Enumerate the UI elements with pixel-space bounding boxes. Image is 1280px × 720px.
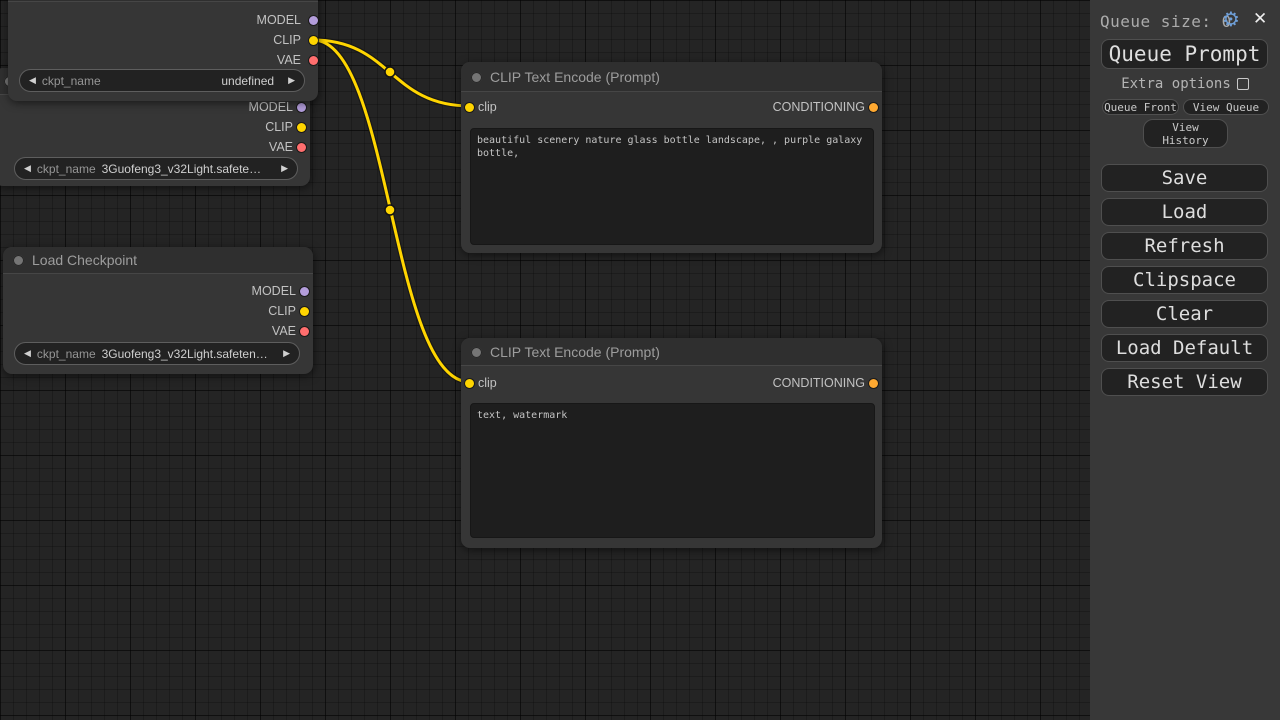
ckpt-name-widget[interactable]: ◀ ckpt_name 3Guofeng3_v32Light.safeten… …	[14, 342, 300, 365]
clip-output-dot[interactable]	[297, 123, 306, 132]
queue-prompt-button[interactable]: Queue Prompt	[1101, 39, 1268, 69]
checkpoint-node-undefined[interactable]: MODEL CLIP VAE ◀ ckpt_name undefined ▶	[8, 0, 318, 101]
model-output-dot[interactable]	[297, 103, 306, 112]
slot-label: MODEL	[249, 100, 293, 114]
node-title-bar: CLIP Text Encode (Prompt)	[461, 62, 882, 92]
widget-value: 3Guofeng3_v32Light.safeten…	[102, 162, 267, 176]
node-title-bar: Load Checkpoint	[3, 247, 313, 274]
extra-options-row: Extra options	[1090, 76, 1280, 92]
slot-label: CLIP	[265, 120, 293, 134]
arrow-left-icon[interactable]: ◀	[24, 348, 31, 359]
slot-label: VAE	[269, 140, 293, 154]
collapse-dot-icon[interactable]	[13, 255, 24, 266]
model-output-dot[interactable]	[309, 16, 318, 25]
positive-prompt-textarea[interactable]: beautiful scenery nature glass bottle la…	[470, 128, 874, 245]
refresh-button[interactable]: Refresh	[1101, 232, 1268, 260]
widget-value: undefined	[107, 74, 274, 88]
gear-icon[interactable]: ⚙	[1222, 8, 1240, 30]
node-title-bar: CLIP Text Encode (Prompt)	[461, 338, 882, 366]
clip-text-encode-positive-node[interactable]: CLIP Text Encode (Prompt) clip CONDITION…	[461, 62, 882, 253]
slot-label: VAE	[272, 324, 296, 338]
output-slot-clip: CLIP	[3, 301, 313, 321]
output-slot-clip: CLIP	[0, 117, 310, 137]
conditioning-output-dot[interactable]	[869, 103, 878, 112]
clip-input-dot[interactable]	[465, 379, 474, 388]
output-slot-vae: VAE	[8, 50, 318, 70]
clip-input-dot[interactable]	[465, 103, 474, 112]
slot-label: VAE	[277, 53, 301, 67]
clipspace-button[interactable]: Clipspace	[1101, 266, 1268, 294]
slot-label-conditioning: CONDITIONING	[773, 97, 865, 117]
extra-options-label: Extra options	[1121, 76, 1231, 92]
ckpt-name-widget[interactable]: ◀ ckpt_name undefined ▶	[19, 69, 305, 92]
output-slot-vae: VAE	[3, 321, 313, 341]
link-midpoint-dot	[385, 67, 395, 77]
reset-view-button[interactable]: Reset View	[1101, 368, 1268, 396]
arrow-right-icon[interactable]: ▶	[281, 163, 288, 174]
load-checkpoint-node[interactable]: Load Checkpoint MODEL CLIP VAE ◀ ckpt_na…	[3, 247, 313, 374]
slot-label-conditioning: CONDITIONING	[773, 373, 865, 393]
view-history-button[interactable]: View History	[1143, 119, 1228, 148]
input-slot-clip: clip CONDITIONING	[461, 373, 882, 393]
conditioning-output-dot[interactable]	[869, 379, 878, 388]
input-slot-clip: clip CONDITIONING	[461, 97, 882, 117]
widget-label: ckpt_name	[42, 74, 101, 88]
collapse-dot-icon[interactable]	[471, 347, 482, 358]
node-graph-canvas[interactable]: MODEL CLIP VAE ◀ ckpt_name 3Guofeng3_v32…	[0, 0, 1090, 720]
model-output-dot[interactable]	[300, 287, 309, 296]
slot-label: MODEL	[252, 284, 296, 298]
negative-prompt-textarea[interactable]: text, watermark	[470, 403, 875, 538]
slot-label: CLIP	[273, 33, 301, 47]
comfy-menu-panel: Queue size: 0 ⚙ ✕ Queue Prompt Extra opt…	[1090, 0, 1280, 720]
node-title: CLIP Text Encode (Prompt)	[490, 69, 660, 85]
arrow-right-icon[interactable]: ▶	[288, 75, 295, 86]
arrow-left-icon[interactable]: ◀	[29, 75, 36, 86]
output-slot-vae: VAE	[0, 137, 310, 157]
vae-output-dot[interactable]	[297, 143, 306, 152]
node-title: CLIP Text Encode (Prompt)	[490, 344, 660, 360]
clip-output-dot[interactable]	[300, 307, 309, 316]
load-button[interactable]: Load	[1101, 198, 1268, 226]
widget-label: ckpt_name	[37, 162, 96, 176]
widget-label: ckpt_name	[37, 347, 96, 361]
clear-button[interactable]: Clear	[1101, 300, 1268, 328]
vae-output-dot[interactable]	[300, 327, 309, 336]
load-default-button[interactable]: Load Default	[1101, 334, 1268, 362]
view-queue-button[interactable]: View Queue	[1183, 99, 1269, 115]
clip-output-dot[interactable]	[309, 36, 318, 45]
slot-label: clip	[478, 376, 497, 390]
slot-label: clip	[478, 100, 497, 114]
queue-size-label: Queue size: 0	[1100, 12, 1232, 31]
widget-value: 3Guofeng3_v32Light.safeten…	[102, 347, 269, 361]
save-button[interactable]: Save	[1101, 164, 1268, 192]
close-icon[interactable]: ✕	[1253, 9, 1267, 29]
output-slot-model: MODEL	[3, 281, 313, 301]
ckpt-name-widget[interactable]: ◀ ckpt_name 3Guofeng3_v32Light.safeten… …	[14, 157, 298, 180]
arrow-right-icon[interactable]: ▶	[283, 348, 290, 359]
output-slot-model: MODEL	[8, 10, 318, 30]
slot-label: CLIP	[268, 304, 296, 318]
output-slot-clip: CLIP	[8, 30, 318, 50]
extra-options-checkbox[interactable]	[1237, 78, 1249, 90]
node-title-bar	[8, 0, 318, 2]
node-title: Load Checkpoint	[32, 252, 137, 268]
vae-output-dot[interactable]	[309, 56, 318, 65]
arrow-left-icon[interactable]: ◀	[24, 163, 31, 174]
link-midpoint-dot	[385, 205, 395, 215]
collapse-dot-icon[interactable]	[471, 72, 482, 83]
comfyui-app: MODEL CLIP VAE ◀ ckpt_name 3Guofeng3_v32…	[0, 0, 1280, 720]
clip-text-encode-negative-node[interactable]: CLIP Text Encode (Prompt) clip CONDITION…	[461, 338, 882, 548]
slot-label: MODEL	[257, 13, 301, 27]
queue-front-button[interactable]: Queue Front	[1102, 99, 1179, 115]
